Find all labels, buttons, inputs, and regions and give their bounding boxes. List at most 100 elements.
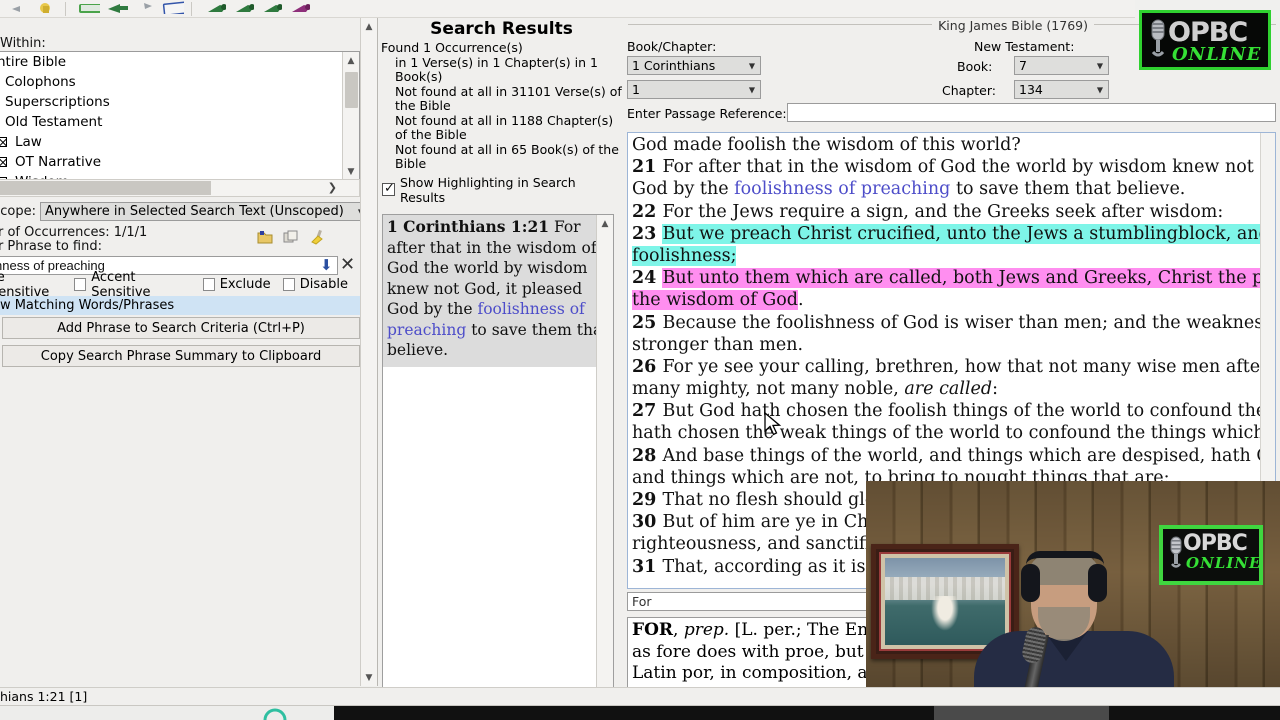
within-tree-item[interactable]: Old Testament	[0, 112, 359, 132]
within-tree-item[interactable]: Law	[0, 132, 359, 152]
dropdown-history-icon[interactable]: ⬇	[320, 256, 333, 274]
webcam-sign-top-text: OPBC	[1183, 531, 1248, 556]
case-sensitive-label: se Sensitive	[0, 269, 50, 300]
chapter-dropdown[interactable]: 1 ▼	[627, 80, 761, 99]
phrase-tool-icons	[257, 229, 325, 249]
tree-item-label: Old Testament	[5, 114, 103, 130]
toolbar-bookmark-icon[interactable]	[32, 0, 58, 17]
accent-sensitive-checkbox[interactable]	[74, 278, 87, 291]
book-dropdown[interactable]: 1 Corinthians ▼	[627, 56, 761, 75]
show-highlighting-row[interactable]: Show Highlighting in Search Results	[379, 172, 624, 207]
search-criteria-panel: Within: ntire Bible Colophons Superscripti…	[0, 18, 378, 686]
taskbar-dark-segment-3	[1109, 706, 1280, 720]
toolbar-wrench-purple-icon[interactable]	[284, 0, 310, 17]
left-scroll-down-icon[interactable]: ▼	[361, 669, 378, 686]
verse-number: 23	[632, 223, 663, 244]
verse-highlight: the wisdom of God	[632, 290, 798, 311]
search-options-row: se Sensitive Accent Sensitive Exclude Di…	[0, 270, 360, 300]
verse-line[interactable]: 22 For the Jews require a sign, and the …	[632, 201, 1275, 223]
book-chapter-label: Book/Chapter:	[627, 39, 717, 54]
scope-label: Scope:	[0, 204, 36, 219]
book-value: 1 Corinthians	[632, 58, 716, 73]
scope-dropdown[interactable]: Anywhere in Selected Search Text (Unscop…	[39, 202, 370, 221]
verse-line[interactable]: 25 Because the foolishness of God is wis…	[632, 312, 1275, 334]
add-phrase-button[interactable]: Add Phrase to Search Criteria (Ctrl+P)	[2, 317, 360, 339]
verse-text: foolishness;	[632, 245, 737, 266]
within-tree-rows: ntire Bible Colophons Superscriptions Old T…	[0, 52, 359, 180]
mouse-cursor-icon	[764, 411, 782, 442]
left-panel-scrollbar[interactable]: ▲ ▼	[360, 18, 377, 686]
verse-line[interactable]: foolishness;	[632, 245, 1275, 267]
within-tree-item[interactable]: Colophons	[0, 72, 359, 92]
toolbar-arrow-left-icon[interactable]	[102, 0, 128, 17]
within-tree-hscrollbar[interactable]: ❯	[0, 179, 360, 197]
toolbar-wrench-green-2-icon[interactable]	[228, 0, 254, 17]
nt-chapter-dropdown[interactable]: 134 ▼	[1014, 80, 1109, 99]
results-scrollbar[interactable]: ▲ ▼	[596, 215, 613, 703]
copy-summary-button[interactable]: Copy Search Phrase Summary to Clipboard	[2, 345, 360, 367]
exclude-checkbox[interactable]	[202, 278, 215, 291]
verse-line[interactable]: many mighty, not many noble, are called:	[632, 378, 1275, 400]
show-matching-words-row[interactable]: ow Matching Words/Phrases	[0, 296, 360, 315]
verse-line[interactable]: 23 But we preach Christ crucified, unto …	[632, 223, 1275, 245]
open-folder-icon[interactable]	[257, 230, 273, 248]
verse-text: For the Jews require a sign, and the Gre…	[662, 201, 1224, 222]
verse-line[interactable]: 28 And base things of the world, and thi…	[632, 445, 1275, 467]
copy-icon[interactable]	[283, 230, 299, 248]
search-results-summary: Found 1 Occurrence(s) in 1 Verse(s) in 1…	[379, 39, 624, 172]
scroll-up-icon[interactable]: ▲	[343, 52, 360, 69]
verse-line[interactable]: the wisdom of God.	[632, 289, 1275, 311]
tree-item-checkbox[interactable]	[0, 137, 7, 147]
verse-line[interactable]: God made foolish the wisdom of this worl…	[632, 134, 1275, 156]
chevron-down-icon: ▼	[1096, 85, 1103, 94]
verse-text: For after that in the wisdom of God the …	[662, 157, 1275, 178]
summary-line-0: Found 1 Occurrence(s)	[381, 40, 523, 55]
clear-phrase-icon[interactable]: ✕	[340, 254, 355, 275]
headphone-band	[1026, 551, 1104, 565]
scroll-down-icon[interactable]: ▼	[343, 163, 360, 180]
within-tree-scrollbar[interactable]: ▲ ▼	[342, 52, 359, 180]
webcam-opbc-sign: OPBC ONLINE	[1159, 525, 1263, 585]
verse-line[interactable]: God by the foolishness of preaching to s…	[632, 178, 1275, 200]
show-highlighting-checkbox[interactable]	[382, 181, 395, 196]
toolbar-wrench-green-icon[interactable]	[200, 0, 226, 17]
verse-text: But God hath chosen the foolish things o…	[662, 401, 1275, 422]
search-results-list[interactable]: 1 Corinthians 1:21 For after that in the…	[382, 214, 614, 704]
disable-checkbox[interactable]	[282, 278, 295, 291]
verse-line[interactable]: 24 But unto them which are called, both …	[632, 267, 1275, 289]
tree-item-label: ntire Bible	[0, 54, 67, 70]
within-tree-item[interactable]: Superscriptions	[0, 92, 359, 112]
scope-row: Scope: Anywhere in Selected Search Text …	[0, 202, 370, 221]
tree-item-label: Superscriptions	[5, 94, 110, 110]
within-tree-item[interactable]: OT Narrative	[0, 152, 359, 172]
verse-line[interactable]: 21 For after that in the wisdom of God t…	[632, 156, 1275, 178]
hscroll-right-icon[interactable]: ❯	[328, 181, 337, 194]
clear-broom-icon[interactable]	[309, 229, 325, 249]
toolbar-book-icon[interactable]	[74, 0, 100, 17]
search-result-item[interactable]: 1 Corinthians 1:21 For after that in the…	[383, 215, 613, 367]
within-tree-list[interactable]: ntire Bible Colophons Superscriptions Old T…	[0, 51, 360, 181]
within-tree-item[interactable]: ntire Bible	[0, 52, 359, 72]
left-scroll-up-icon[interactable]: ▲	[361, 18, 378, 35]
toolbar-arrow-up-icon[interactable]	[130, 0, 156, 17]
nt-book-dropdown[interactable]: 7 ▼	[1014, 56, 1109, 75]
hscrollbar-thumb[interactable]	[0, 181, 211, 195]
scrollbar-thumb[interactable]	[345, 72, 358, 108]
verse-line[interactable]: 27 But God hath chosen the foolish thing…	[632, 400, 1275, 422]
verse-line[interactable]: 26 For ye see your calling, brethren, ho…	[632, 356, 1275, 378]
toolbar-back-icon[interactable]	[4, 0, 30, 17]
verse-highlight: But unto them which are called, both Jew…	[662, 268, 1275, 289]
results-scroll-up-icon[interactable]: ▲	[597, 215, 614, 232]
taskbar-app-icon[interactable]	[262, 707, 288, 720]
verse-line[interactable]: stronger than men.	[632, 334, 1275, 356]
taskbar[interactable]	[0, 705, 1280, 720]
verse-number: 22	[632, 201, 663, 222]
toolbar-wrench-green-3-icon[interactable]	[256, 0, 282, 17]
verse-italic-text: are called	[904, 379, 993, 400]
search-results-panel: Search Results Found 1 Occurrence(s) in …	[379, 18, 624, 704]
toolbar-notes-icon[interactable]	[158, 0, 184, 17]
verse-line[interactable]: hath chosen the weak things of the world…	[632, 422, 1275, 444]
tree-item-checkbox[interactable]	[0, 157, 7, 167]
passage-reference-input[interactable]	[787, 103, 1276, 122]
verse-number: 31	[632, 556, 663, 577]
